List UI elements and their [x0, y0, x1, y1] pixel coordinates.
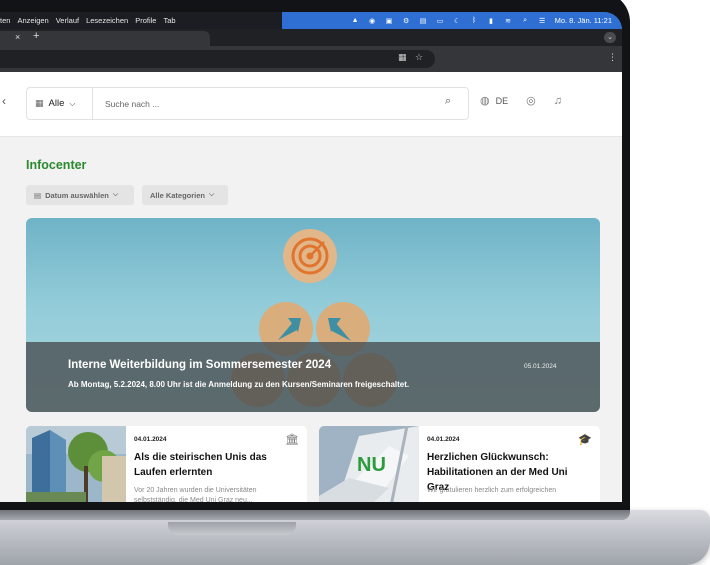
globe-icon[interactable]: ◍ — [480, 94, 490, 107]
university-icon: 🏛 — [285, 434, 299, 446]
category-filter-label: Alle Kategorien — [150, 190, 206, 200]
status-area: ▲ ◉ ▣ ⚙ ▤ ▭ ☾ ᛒ ▮ ≋ ⌕ ☰ Mo. 8. Jän. 11:2… — [282, 12, 622, 29]
search-input[interactable] — [105, 96, 425, 111]
search-box: ▦ Alle ⌵ ⌕ — [26, 87, 469, 120]
battery-icon[interactable]: ▮ — [487, 16, 496, 25]
news-excerpt: Wir gratulieren herzlich zum erfolgreich… — [427, 487, 557, 494]
news-card-image — [26, 426, 126, 502]
website: ‹ ▦ Alle ⌵ ⌕ ◍ DE ◎ ♫ Infocente — [0, 72, 622, 502]
bluetooth-icon[interactable]: ᛒ — [470, 16, 479, 25]
status-app-icon[interactable]: ◉ — [368, 16, 377, 25]
browser-tab-strip: × + ⌄ — [0, 29, 622, 46]
browser-menu-icon[interactable]: ⋮ — [608, 52, 617, 63]
browser-toolbar: ▦ ☆ ⋮ — [0, 46, 622, 72]
status-app-icon[interactable]: ▤ — [419, 16, 428, 25]
search-scope-label: Alle — [48, 98, 65, 109]
hero-subtitle: Ab Montag, 5.2.2024, 8.00 Uhr ist die An… — [68, 380, 410, 389]
chevron-down-icon: ⌵ — [112, 191, 119, 198]
wifi-icon[interactable]: ≋ — [504, 16, 513, 25]
search-scope-dropdown[interactable]: ▦ Alle ⌵ — [27, 88, 93, 119]
laptop-frame: ten Anzeigen Verlauf Lesezeichen Profile… — [0, 0, 630, 524]
news-excerpt: Vor 20 Jahren wurden die Universitäten s… — [134, 487, 257, 502]
menu-item-profiles[interactable]: Profile — [135, 16, 156, 25]
category-filter-button[interactable]: Alle Kategorien ⌵ — [142, 185, 228, 205]
chevron-left-icon[interactable]: ‹ — [2, 94, 6, 108]
site-header: ‹ ▦ Alle ⌵ ⌕ ◍ DE ◎ ♫ — [0, 72, 622, 137]
status-app-icon[interactable]: ▲ — [351, 16, 360, 25]
browser-tab[interactable]: × — [0, 31, 210, 46]
status-app-icon[interactable]: ▣ — [385, 16, 394, 25]
news-date: 04.01.2024 — [427, 436, 460, 443]
menu-item-window[interactable]: ten — [0, 16, 10, 25]
spotlight-icon[interactable]: ⌕ — [521, 16, 530, 25]
accessibility-icon[interactable]: ◎ — [526, 94, 536, 107]
hero-title[interactable]: Interne Weiterbildung im Sommersemester … — [68, 359, 331, 371]
menu-item-bookmarks[interactable]: Lesezeichen — [86, 16, 128, 25]
hero-caption: Interne Weiterbildung im Sommersemester … — [26, 342, 600, 412]
bell-icon[interactable]: ♫ — [554, 95, 562, 107]
translate-icon[interactable]: ▦ — [398, 52, 407, 63]
bookmark-star-icon[interactable]: ☆ — [415, 52, 423, 63]
new-tab-button[interactable]: + — [33, 30, 39, 42]
date-filter-button[interactable]: ▤ Datum auswählen ⌵ — [26, 185, 134, 205]
news-card-image: NU — [319, 426, 419, 502]
control-center-icon[interactable]: ☰ — [538, 16, 547, 25]
graduation-cap-icon: 🎓 — [578, 434, 592, 446]
hero-date: 05.01.2024 — [524, 363, 557, 370]
language-switch[interactable]: DE — [496, 96, 509, 106]
menu-item-tab[interactable]: Tab — [163, 16, 175, 25]
keyboard-icon[interactable]: ▭ — [436, 16, 445, 25]
chevron-down-icon: ⌵ — [209, 191, 215, 198]
news-card[interactable]: NU 04.01.2024 Herzlichen Glückwunsch: Ha… — [319, 426, 600, 502]
tab-search-button[interactable]: ⌄ — [604, 32, 616, 43]
moon-icon[interactable]: ☾ — [453, 16, 462, 25]
news-card[interactable]: 04.01.2024 Als die steirischen Unis das … — [26, 426, 307, 502]
screen: ten Anzeigen Verlauf Lesezeichen Profile… — [0, 12, 622, 502]
target-wood-disc — [283, 229, 337, 283]
mac-menu-bar: ten Anzeigen Verlauf Lesezeichen Profile… — [0, 12, 622, 29]
grid-icon: ▦ — [35, 98, 44, 108]
chevron-down-icon: ⌵ — [69, 98, 76, 108]
laptop-notch — [168, 522, 296, 535]
date-filter-label: Datum auswählen — [45, 190, 109, 200]
header-actions: ◍ DE ◎ ♫ — [480, 94, 562, 108]
calendar-icon: ▤ — [34, 190, 42, 200]
laptop-hinge — [0, 510, 630, 520]
news-title[interactable]: Als die steirischen Unis das Laufen erle… — [134, 450, 299, 480]
clock[interactable]: Mo. 8. Jän. 11:21 — [555, 16, 612, 25]
svg-text:NU: NU — [357, 454, 386, 476]
hero-article[interactable]: Interne Weiterbildung im Sommersemester … — [26, 218, 600, 412]
search-icon[interactable]: ⌕ — [445, 95, 451, 108]
close-tab-icon[interactable]: × — [15, 32, 20, 42]
menu-item-view[interactable]: Anzeigen — [17, 16, 48, 25]
status-app-icon[interactable]: ⚙ — [402, 16, 411, 25]
news-date: 04.01.2024 — [134, 436, 167, 443]
address-bar[interactable]: ▦ ☆ — [0, 50, 435, 68]
menu-item-history[interactable]: Verlauf — [56, 16, 79, 25]
page-title: Infocenter — [26, 158, 87, 172]
laptop-base — [0, 510, 710, 565]
